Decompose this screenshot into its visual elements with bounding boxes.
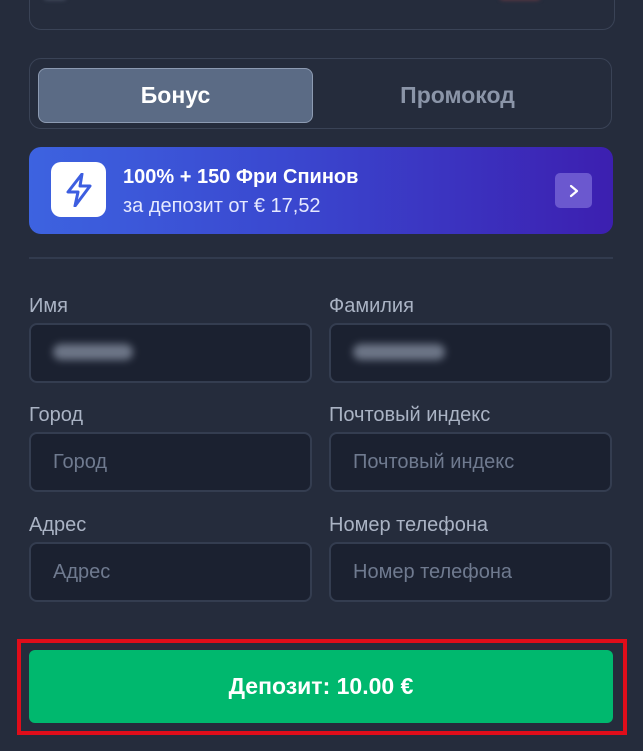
deposit-button[interactable]: Депозит: 10.00 € [29,650,613,723]
tab-bonus[interactable]: Бонус [38,68,313,123]
city-label: Город [29,404,84,426]
bonus-offer-subtitle: за депозит от € 17,52 [123,195,321,217]
phone-input[interactable] [353,544,593,600]
address-label: Адрес [29,514,87,536]
obscured-value [53,344,133,360]
obscured-value [353,344,445,360]
address-field[interactable] [29,542,312,602]
first-name-label: Имя [29,295,68,317]
chevron-right-icon[interactable] [555,173,592,208]
postal-code-field[interactable] [329,432,612,492]
bonus-offer-banner[interactable]: 100% + 150 Фри Спинов за депозит от € 17… [29,147,613,234]
last-name-field[interactable] [329,323,612,383]
postal-code-label: Почтовый индекс [329,404,491,426]
first-name-field[interactable] [29,323,312,383]
payment-method-card[interactable] [29,0,615,30]
section-divider [29,257,613,259]
last-name-label: Фамилия [329,295,414,317]
lightning-icon [51,162,106,217]
bonus-offer-title: 100% + 150 Фри Спинов [123,166,359,188]
phone-field[interactable] [329,542,612,602]
tab-promocode[interactable]: Промокод [320,68,595,123]
deposit-form-page: Бонус Промокод 100% + 150 Фри Спинов за … [0,0,643,751]
postal-code-input[interactable] [353,434,593,490]
phone-label: Номер телефона [329,514,489,536]
city-field[interactable] [29,432,312,492]
address-input[interactable] [53,544,293,600]
city-input[interactable] [53,434,293,490]
bonus-promo-tabs: Бонус Промокод [29,58,612,129]
